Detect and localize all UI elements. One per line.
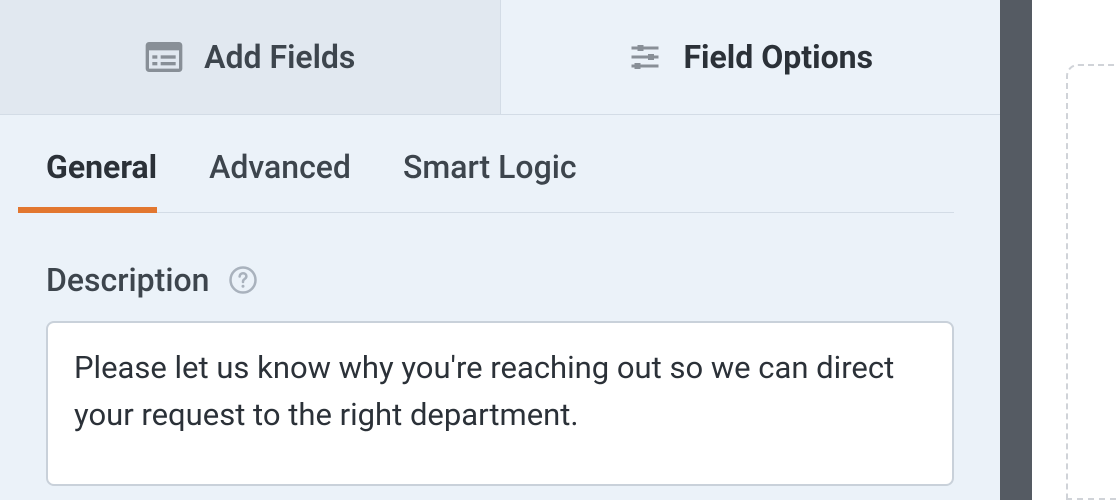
sub-tabs: General Advanced Smart Logic — [46, 115, 954, 213]
form-list-icon — [144, 37, 184, 77]
tab-field-options-label: Field Options — [683, 38, 873, 76]
sliders-icon — [627, 39, 663, 75]
description-label: Description — [46, 261, 209, 299]
canvas-dropzone-edge — [1066, 64, 1116, 500]
description-textarea[interactable] — [46, 321, 954, 486]
description-section: Description — [0, 213, 1000, 490]
field-options-panel: Add Fields Field Options General Advance… — [0, 0, 1000, 500]
top-tabs: Add Fields Field Options — [0, 0, 1000, 115]
description-help-button[interactable] — [227, 264, 259, 296]
sub-tab-smart-logic[interactable]: Smart Logic — [403, 150, 577, 213]
help-icon — [228, 265, 258, 295]
tab-add-fields[interactable]: Add Fields — [0, 0, 501, 114]
sub-tab-general[interactable]: General — [18, 150, 157, 213]
sub-tab-advanced[interactable]: Advanced — [209, 150, 351, 213]
panel-gutter — [1000, 0, 1032, 500]
description-label-row: Description — [46, 261, 954, 299]
tab-add-fields-label: Add Fields — [204, 38, 355, 76]
tab-field-options[interactable]: Field Options — [501, 0, 1001, 114]
